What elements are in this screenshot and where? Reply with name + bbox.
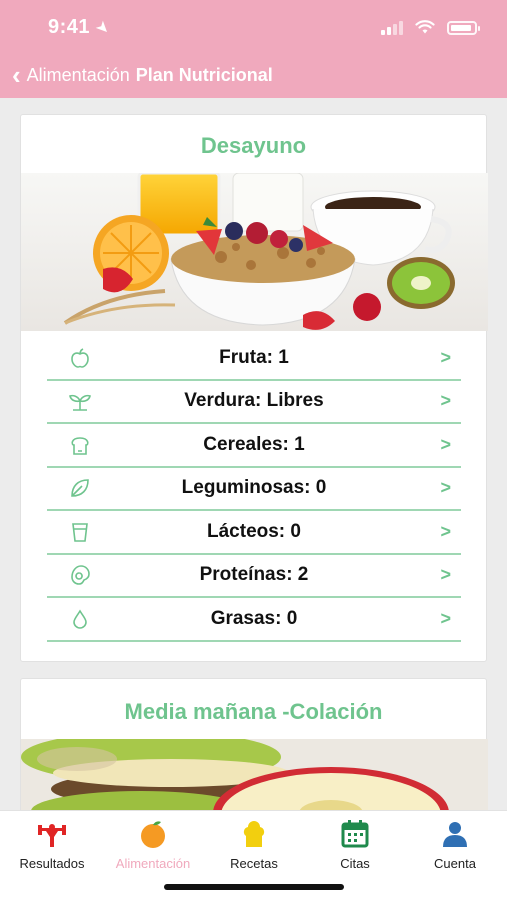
- signal-icon: [381, 20, 403, 35]
- food-group-label: Proteínas: 2: [199, 564, 309, 586]
- calendar-icon: [341, 820, 369, 848]
- chevron-right-icon: >: [440, 477, 451, 498]
- apple-rings-photo: [21, 739, 488, 810]
- food-group-row-lacteos[interactable]: Lácteos: 0 >: [47, 511, 461, 555]
- protein-icon: [71, 565, 90, 586]
- food-group-row-grasas[interactable]: Grasas: 0 >: [47, 598, 461, 642]
- food-group-label: Verdura: Libres: [184, 390, 324, 412]
- food-group-row-proteinas[interactable]: Proteínas: 2 >: [47, 555, 461, 598]
- chevron-right-icon: >: [440, 564, 451, 585]
- status-time-text: 9:41: [48, 16, 91, 38]
- food-group-row-cereales[interactable]: Cereales: 1 >: [47, 424, 461, 468]
- nav-bar: ‹ Alimentación Plan Nutricional: [12, 62, 273, 88]
- apple-icon: [71, 348, 89, 368]
- bread-icon: [71, 436, 89, 455]
- food-group-list: Fruta: 1 > Verdura: Libres > Cereales: 1…: [47, 337, 461, 642]
- food-group-label: Lácteos: 0: [207, 520, 301, 542]
- wifi-icon: [415, 20, 435, 34]
- location-arrow-icon: ➤: [91, 17, 114, 40]
- status-icons: [381, 20, 480, 35]
- person-icon: [443, 822, 467, 847]
- tab-label: Recetas: [230, 856, 278, 871]
- food-group-label: Grasas: 0: [210, 607, 298, 629]
- breakfast-photo: [21, 173, 488, 331]
- chevron-right-icon: >: [440, 608, 451, 629]
- weightlifter-icon: [38, 824, 66, 847]
- chef-hat-icon: [243, 821, 265, 847]
- drop-icon: [73, 609, 87, 629]
- tab-label: Resultados: [19, 856, 85, 871]
- meal-card-media-manana: Media mañana -Colación: [20, 678, 488, 810]
- header: 9:41 ➤ ‹ Alimentación Plan Nutricional: [0, 0, 507, 98]
- chevron-right-icon: >: [440, 347, 451, 368]
- tab-resultados[interactable]: Resultados: [2, 819, 102, 871]
- battery-icon: [447, 20, 480, 35]
- page-title: Plan Nutricional: [135, 64, 273, 85]
- chevron-right-icon: >: [440, 521, 451, 542]
- home-indicator[interactable]: [164, 884, 344, 890]
- meal-card-desayuno: Desayuno Fruta: 1 > Verdura: Libres > Ce…: [20, 114, 488, 662]
- tab-recetas[interactable]: Recetas: [204, 819, 304, 871]
- tab-alimentacion[interactable]: Alimentación: [103, 819, 203, 871]
- chevron-right-icon: >: [440, 390, 451, 411]
- food-group-label: Fruta: 1: [219, 346, 289, 368]
- food-group-row-verdura[interactable]: Verdura: Libres >: [47, 381, 461, 424]
- glass-icon: [72, 522, 88, 542]
- tab-label: Citas: [340, 856, 370, 871]
- back-button[interactable]: Alimentación: [27, 65, 130, 86]
- sprout-icon: [69, 395, 91, 412]
- meal-title: Media mañana -Colación: [124, 699, 383, 724]
- tab-citas[interactable]: Citas: [305, 819, 405, 871]
- tab-label: Cuenta: [434, 856, 476, 871]
- status-time: 9:41 ➤: [48, 16, 114, 39]
- food-group-row-fruta[interactable]: Fruta: 1 >: [47, 337, 461, 381]
- food-group-row-leguminosas[interactable]: Leguminosas: 0 >: [47, 468, 461, 511]
- meal-title: Desayuno: [200, 133, 307, 158]
- tab-cuenta[interactable]: Cuenta: [405, 819, 505, 871]
- tab-label: Alimentación: [115, 856, 191, 871]
- scroll-content[interactable]: Desayuno Fruta: 1 > Verdura: Libres > Ce…: [0, 98, 507, 810]
- back-chevron-icon[interactable]: ‹: [12, 62, 21, 88]
- leaf-icon: [71, 479, 89, 498]
- food-group-label: Cereales: 1: [203, 433, 305, 455]
- food-group-label: Leguminosas: 0: [181, 477, 327, 499]
- orange-fruit-icon: [141, 821, 165, 848]
- chevron-right-icon: >: [440, 434, 451, 455]
